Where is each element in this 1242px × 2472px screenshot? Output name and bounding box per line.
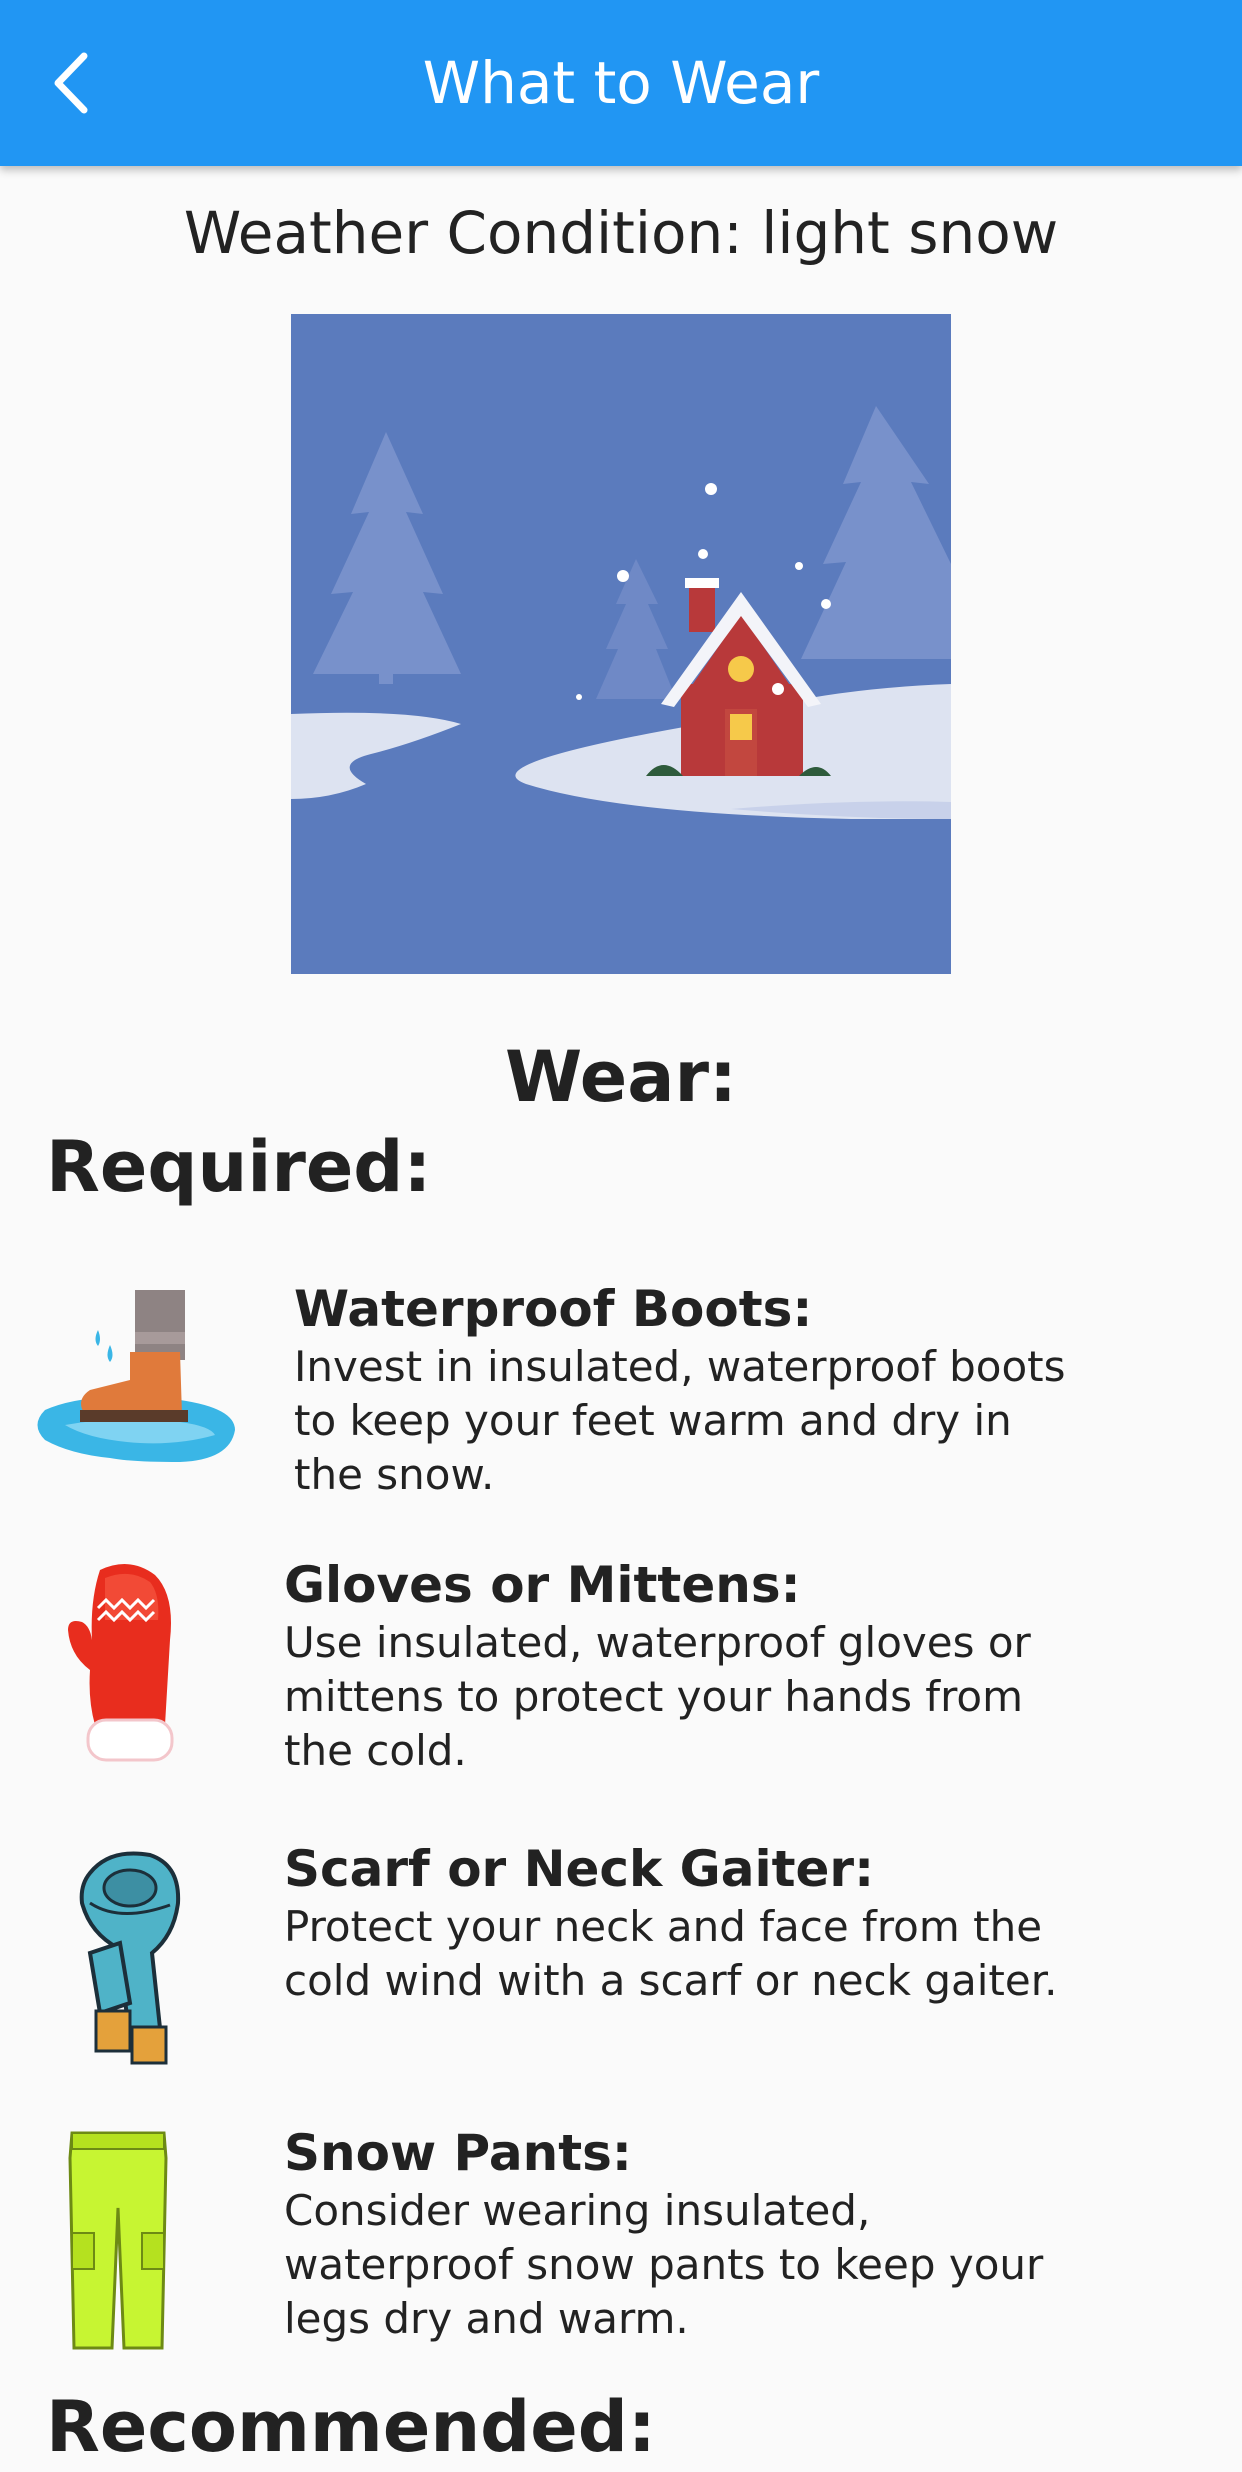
wear-heading: Wear: xyxy=(505,1036,737,1118)
item-title: Snow Pants: xyxy=(284,2124,632,2182)
list-item: Gloves or Mittens: Use insulated, waterp… xyxy=(284,1556,1084,1778)
snow-pants-icon xyxy=(62,2128,174,2353)
page-title: What to Wear xyxy=(422,49,820,117)
app-bar: What to Wear xyxy=(0,0,1242,166)
item-title: Scarf or Neck Gaiter: xyxy=(284,1840,875,1898)
weather-condition-text: Weather Condition: light snow xyxy=(183,199,1059,267)
item-description: Use insulated, waterproof gloves or mitt… xyxy=(284,1618,1031,1775)
item-description: Invest in insulated, waterproof boots to… xyxy=(294,1342,1066,1499)
required-heading: Required: xyxy=(46,1126,432,1208)
list-item: Snow Pants: Consider wearing insulated, … xyxy=(284,2124,1084,2346)
list-item: Waterproof Boots: Invest in insulated, w… xyxy=(294,1280,1094,1502)
boot-icon xyxy=(30,1290,240,1470)
item-description: Protect your neck and face from the cold… xyxy=(284,1902,1058,2005)
item-description: Consider wearing insulated, waterproof s… xyxy=(284,2186,1044,2343)
snowy-house-illustration xyxy=(291,314,951,974)
item-title: Gloves or Mittens: xyxy=(284,1556,801,1614)
scarf-icon xyxy=(60,1843,190,2068)
weather-illustration xyxy=(291,314,951,974)
item-title: Waterproof Boots: xyxy=(294,1280,813,1338)
list-item: Scarf or Neck Gaiter: Protect your neck … xyxy=(284,1840,1084,2008)
mitten-icon xyxy=(60,1560,190,1765)
recommended-heading: Recommended: xyxy=(46,2386,656,2468)
